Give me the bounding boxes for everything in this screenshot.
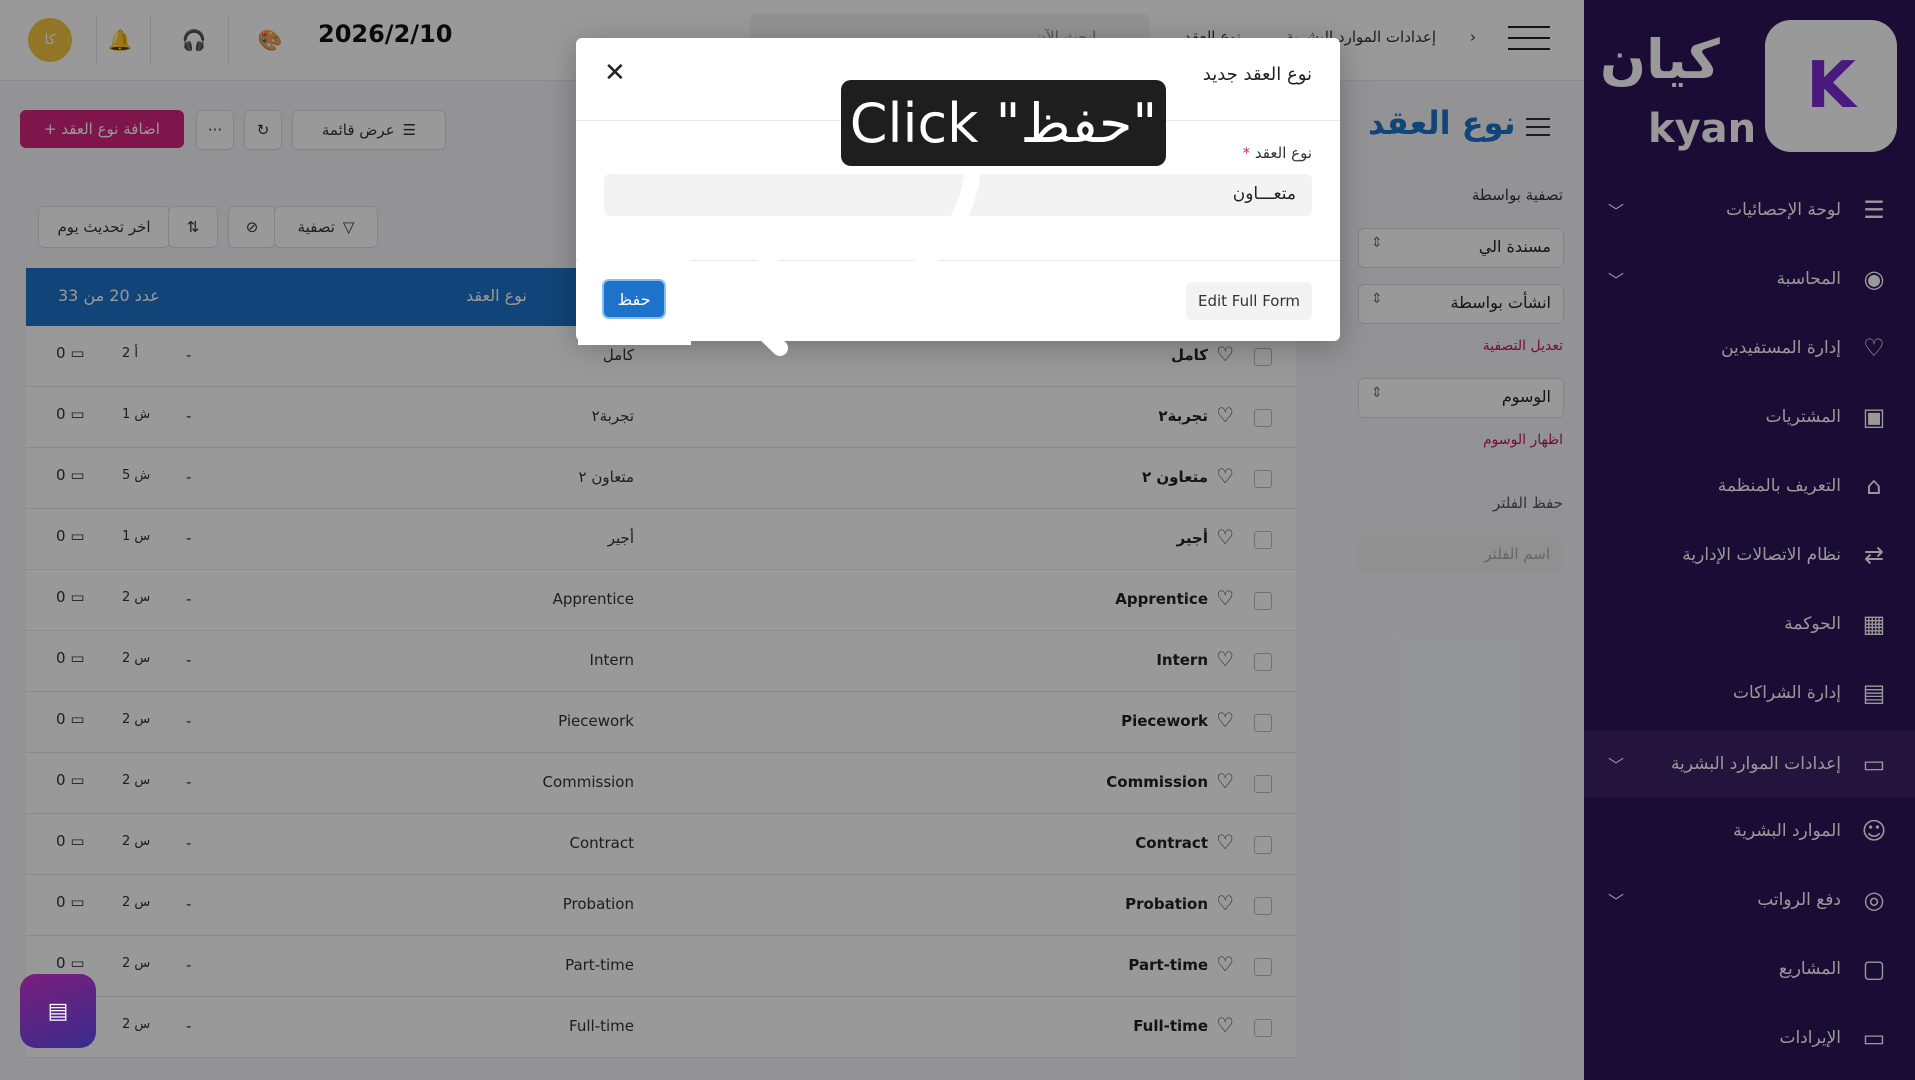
arrow-icon xyxy=(722,170,980,356)
field-label-text: نوع العقد xyxy=(1254,144,1312,162)
field-label: * نوع العقد xyxy=(1243,144,1312,162)
save-button[interactable]: حفظ xyxy=(602,279,666,319)
instruction-callout: Click "حفظ" xyxy=(841,80,1166,166)
modal-title: نوع العقد جديد xyxy=(1202,64,1312,85)
chat-icon[interactable]: ▤ xyxy=(20,974,96,1048)
required-mark: * xyxy=(1242,144,1251,162)
edit-full-form-button[interactable]: Edit Full Form xyxy=(1185,282,1312,320)
contract-type-value: متعـــاون xyxy=(1232,184,1296,204)
close-icon[interactable]: ✕ xyxy=(604,58,626,88)
